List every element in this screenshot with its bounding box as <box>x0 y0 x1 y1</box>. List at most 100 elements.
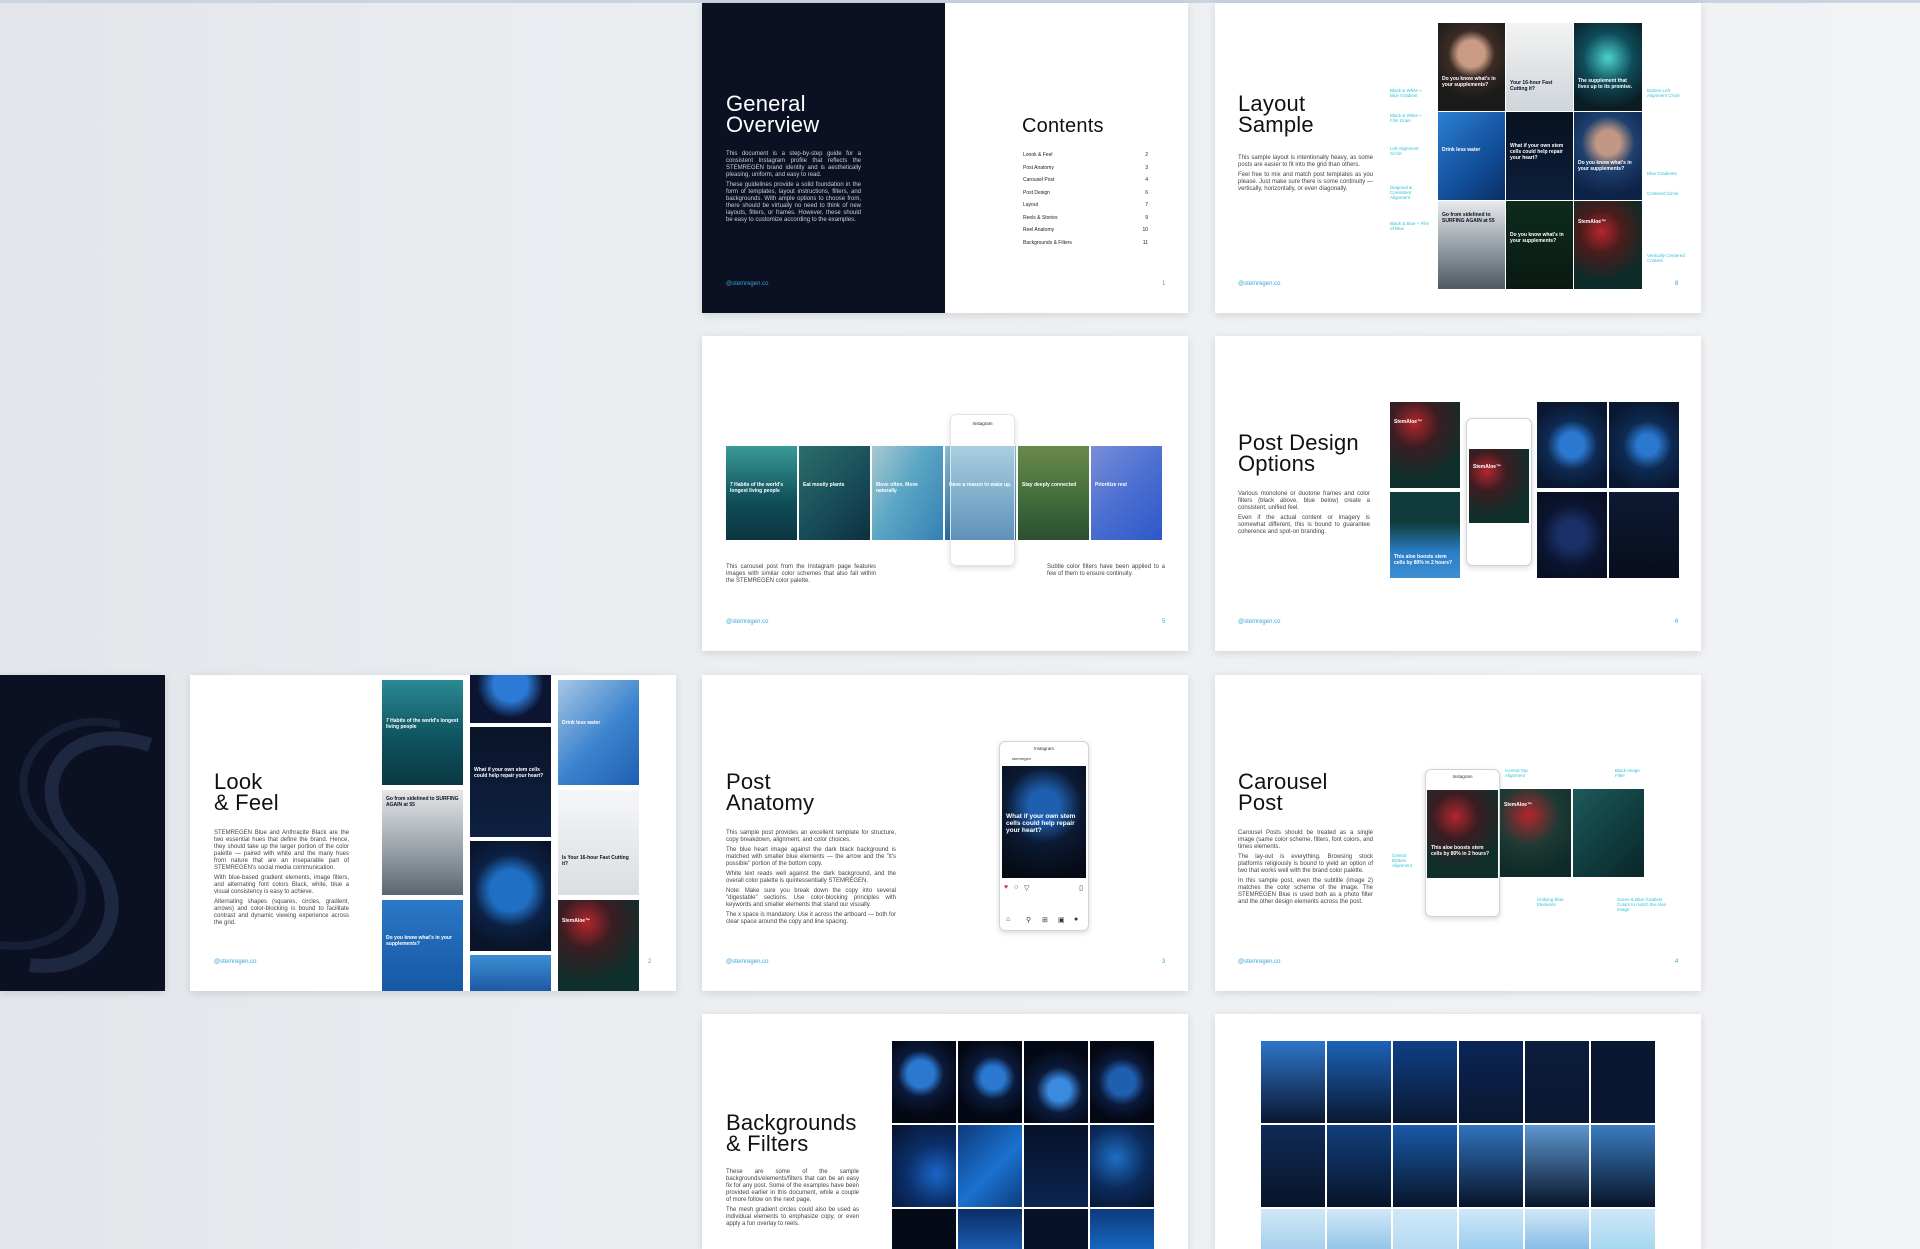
background-tile[interactable] <box>958 1041 1022 1123</box>
background-tile[interactable] <box>892 1125 956 1207</box>
contents-row[interactable]: Backgrounds & Filters 11 <box>1023 237 1148 250</box>
page-title: Carousel Post <box>1238 771 1328 814</box>
gradient-swatch[interactable] <box>1525 1041 1589 1123</box>
background-tile[interactable] <box>1090 1209 1154 1249</box>
gradient-swatch[interactable] <box>1459 1209 1523 1249</box>
add-icon[interactable]: ⊞ <box>1042 916 1048 924</box>
carousel-slide[interactable]: StemAloe™ <box>1500 789 1571 877</box>
carousel-slide[interactable] <box>1573 789 1644 877</box>
contents-label: Reels & Stories <box>1023 214 1058 221</box>
spread-look-feel[interactable]: Look & Feel STEMREGEN Blue and Anthracit… <box>190 675 676 991</box>
gradient-swatch[interactable] <box>1591 1041 1655 1123</box>
bookmark-icon[interactable]: ▯ <box>1079 884 1083 892</box>
look-tile[interactable]: 7 Habits of the world's longest living p… <box>382 680 463 785</box>
contents-page: 2 <box>1145 152 1148 158</box>
gradient-swatch[interactable] <box>1327 1041 1391 1123</box>
profile-icon[interactable]: ● <box>1074 916 1078 923</box>
carousel-tile[interactable]: 7 Habits of the world's longest living p… <box>726 446 797 540</box>
contents-page: 9 <box>1145 214 1148 221</box>
grid-tile[interactable]: The supplement that lives up to its prom… <box>1574 23 1642 111</box>
comment-icon[interactable]: ○ <box>1014 884 1018 891</box>
grid-tile[interactable]: StemAloe™ <box>1574 201 1642 289</box>
contents-page: 10 <box>1142 227 1148 233</box>
gradient-swatch[interactable] <box>1327 1125 1391 1207</box>
gradient-swatch[interactable] <box>1261 1209 1325 1249</box>
spread-general-overview[interactable]: General Overview This document is a step… <box>702 3 1188 313</box>
background-tile[interactable] <box>958 1125 1022 1207</box>
contents-row[interactable]: Loook & Feel 2 <box>1023 149 1148 162</box>
background-tile[interactable] <box>1090 1125 1154 1207</box>
look-tile[interactable]: Is Your 16-hour Fast Cutting it? <box>558 790 639 895</box>
carousel-strip: 7 Habits of the world's longest living p… <box>726 446 1166 540</box>
spread-dark-cover[interactable] <box>0 675 165 991</box>
gradient-swatch[interactable] <box>1393 1125 1457 1207</box>
design-tile[interactable]: This aloe boosts stem cells by 80% in 2 … <box>1390 492 1460 578</box>
contents-row[interactable]: Post Anatomy 3 <box>1023 162 1148 175</box>
gradient-swatch[interactable] <box>1459 1125 1523 1207</box>
background-tile[interactable] <box>1024 1209 1088 1249</box>
spread-post-design[interactable]: Post Design Options Various monotone or … <box>1215 336 1701 651</box>
gradient-swatch[interactable] <box>1591 1125 1655 1207</box>
gradient-swatch[interactable] <box>1591 1209 1655 1249</box>
grid-tile[interactable]: Go from sidelined to SURFING AGAIN at 55 <box>1438 201 1505 289</box>
grid-tile[interactable]: Do you know what's in your supplements? <box>1574 112 1642 200</box>
spread-carousel-post[interactable]: Carousel Post Carousel Posts should be t… <box>1215 675 1701 991</box>
look-tile[interactable]: StemAloe™ <box>558 900 639 991</box>
grid-tile[interactable]: Do you know what's in your supplements? <box>1506 201 1573 289</box>
title-line-1: Layout <box>1238 91 1306 116</box>
look-tile[interactable]: Drink less water <box>558 680 639 785</box>
page-number: 1 <box>1162 281 1166 287</box>
background-tile[interactable] <box>1024 1041 1088 1123</box>
carousel-tile[interactable]: Eat mostly plants <box>799 446 870 540</box>
spread-carousel-strip[interactable]: 7 Habits of the world's longest living p… <box>702 336 1188 651</box>
look-tile[interactable] <box>470 841 551 951</box>
design-tile[interactable] <box>1609 492 1679 578</box>
background-tile[interactable] <box>892 1041 956 1123</box>
search-icon[interactable]: ⚲ <box>1026 916 1031 924</box>
look-tile[interactable]: Do you know what's in your supplements? <box>382 900 463 991</box>
design-tile[interactable] <box>1609 402 1679 488</box>
carousel-tile[interactable]: Prioritize rest <box>1091 446 1162 540</box>
gradient-swatch[interactable] <box>1393 1041 1457 1123</box>
gradient-swatch[interactable] <box>1261 1041 1325 1123</box>
look-tile[interactable]: What if your own stem cells could help r… <box>470 727 551 837</box>
look-tile[interactable]: Go from sidelined to SURFING AGAIN at 55 <box>382 790 463 895</box>
reels-icon[interactable]: ▣ <box>1058 916 1065 924</box>
grid-tile[interactable]: What if your own stem cells could help r… <box>1506 112 1573 200</box>
home-icon[interactable]: ⌂ <box>1006 916 1010 923</box>
contents-row[interactable]: Carousel Post 4 <box>1023 174 1148 187</box>
background-tile[interactable] <box>958 1209 1022 1249</box>
grid-tile[interactable]: Your 16-hour Fast Cutting it? <box>1506 23 1573 111</box>
spread-backgrounds-filters[interactable]: Backgrounds & Filters These are some of … <box>702 1014 1188 1249</box>
gradient-swatch[interactable] <box>1525 1209 1589 1249</box>
body-text: These are some of the sample backgrounds… <box>726 1169 859 1231</box>
background-tile[interactable] <box>1090 1041 1154 1123</box>
gradient-swatch[interactable] <box>1525 1125 1589 1207</box>
carousel-tile[interactable]: Move often. Move naturally <box>872 446 943 540</box>
design-tile[interactable] <box>1537 492 1607 578</box>
gradient-swatch[interactable] <box>1393 1209 1457 1249</box>
tile-caption: Do you know what's in your supplements? <box>1578 160 1632 173</box>
look-tile[interactable] <box>470 955 551 991</box>
contents-row[interactable]: Reels & Stories 9 <box>1023 212 1148 225</box>
contents-row[interactable]: Layout 7 <box>1023 199 1148 212</box>
spread-layout-sample[interactable]: Layout Sample This sample layout is inte… <box>1215 3 1701 313</box>
design-tile[interactable]: StemAloe™ <box>1390 402 1460 488</box>
grid-tile[interactable]: Drink less water <box>1438 112 1505 200</box>
background-tile[interactable] <box>1024 1125 1088 1207</box>
gradient-swatch[interactable] <box>1459 1041 1523 1123</box>
heart-icon[interactable]: ♥ <box>1004 884 1008 891</box>
look-tile[interactable] <box>470 675 551 723</box>
background-tile[interactable] <box>892 1209 956 1249</box>
contents-row[interactable]: Post Design 6 <box>1023 187 1148 200</box>
spread-gradient-swatches[interactable] <box>1215 1014 1701 1249</box>
tile-caption: Is Your 16-hour Fast Cutting it? <box>562 855 629 868</box>
design-tile[interactable] <box>1537 402 1607 488</box>
contents-row[interactable]: Reel Anatomy 10 <box>1023 224 1148 237</box>
spread-post-anatomy[interactable]: Post Anatomy This sample post provides a… <box>702 675 1188 991</box>
gradient-swatch[interactable] <box>1261 1125 1325 1207</box>
share-icon[interactable]: ▽ <box>1024 884 1029 892</box>
gradient-swatch[interactable] <box>1327 1209 1391 1249</box>
carousel-tile[interactable]: Stay deeply connected <box>1018 446 1089 540</box>
grid-tile[interactable]: Do you know what's in your supplements? <box>1438 23 1505 111</box>
